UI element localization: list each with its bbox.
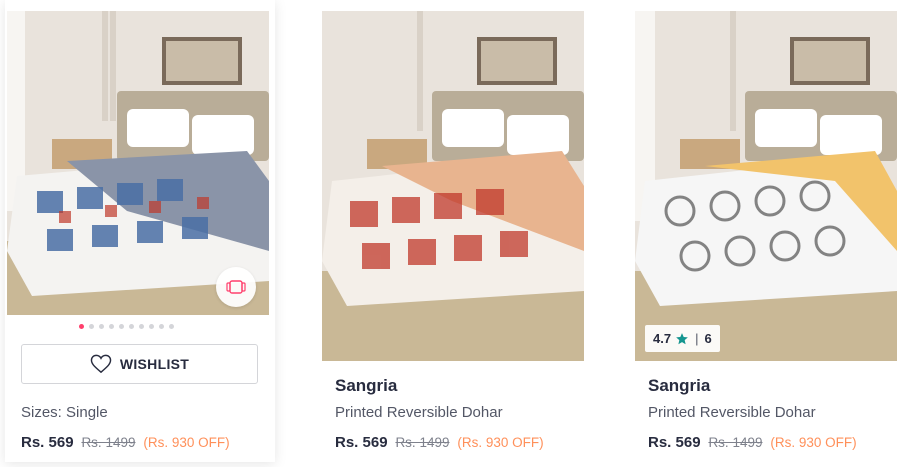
rating-value: 4.7 — [653, 331, 672, 346]
carousel-dot[interactable] — [109, 324, 114, 329]
mrp: Rs. 1499 — [81, 435, 136, 450]
price-row: Rs. 569 Rs. 1499 (Rs. 930 OFF) — [648, 434, 857, 451]
mrp: Rs. 1499 — [395, 435, 450, 450]
star-icon — [676, 332, 688, 344]
product-image[interactable] — [635, 11, 897, 361]
discount: (Rs. 930 OFF) — [770, 435, 857, 450]
product-card-1[interactable]: WISHLIST Sizes: Single Rs. 569 Rs. 1499 … — [5, 0, 275, 462]
image-carousel-dots[interactable] — [79, 324, 174, 329]
carousel-dot[interactable] — [79, 324, 84, 329]
discount: (Rs. 930 OFF) — [143, 435, 230, 450]
view-similar-icon — [226, 280, 246, 294]
product-card-3[interactable]: 4.7 | 6 Sangria Printed Reversible Dohar… — [633, 0, 903, 467]
rating-separator: | — [695, 331, 699, 346]
sizes-label: Sizes: Single — [21, 404, 108, 421]
brand-name: Sangria — [335, 376, 398, 395]
view-similar-button[interactable] — [216, 267, 256, 307]
product-name: Printed Reversible Dohar — [335, 404, 503, 421]
product-image[interactable] — [322, 11, 584, 361]
carousel-dot[interactable] — [169, 324, 174, 329]
rating-count: 6 — [704, 331, 712, 346]
rating-badge: 4.7 | 6 — [645, 325, 720, 352]
price: Rs. 569 — [21, 434, 74, 451]
carousel-dot[interactable] — [89, 324, 94, 329]
carousel-dot[interactable] — [119, 324, 124, 329]
carousel-dot[interactable] — [159, 324, 164, 329]
price-row: Rs. 569 Rs. 1499 (Rs. 930 OFF) — [335, 434, 544, 451]
price: Rs. 569 — [335, 434, 388, 451]
carousel-dot[interactable] — [139, 324, 144, 329]
product-card-2[interactable]: Sangria Printed Reversible Dohar Rs. 569… — [320, 0, 590, 467]
mrp: Rs. 1499 — [708, 435, 763, 450]
heart-icon — [90, 354, 112, 374]
discount: (Rs. 930 OFF) — [457, 435, 544, 450]
wishlist-button[interactable]: WISHLIST — [21, 344, 258, 384]
price: Rs. 569 — [648, 434, 701, 451]
product-name: Printed Reversible Dohar — [648, 404, 816, 421]
carousel-dot[interactable] — [149, 324, 154, 329]
wishlist-label: WISHLIST — [119, 356, 190, 372]
carousel-dot[interactable] — [99, 324, 104, 329]
carousel-dot[interactable] — [129, 324, 134, 329]
brand-name: Sangria — [648, 376, 711, 395]
price-row: Rs. 569 Rs. 1499 (Rs. 930 OFF) — [21, 434, 230, 451]
